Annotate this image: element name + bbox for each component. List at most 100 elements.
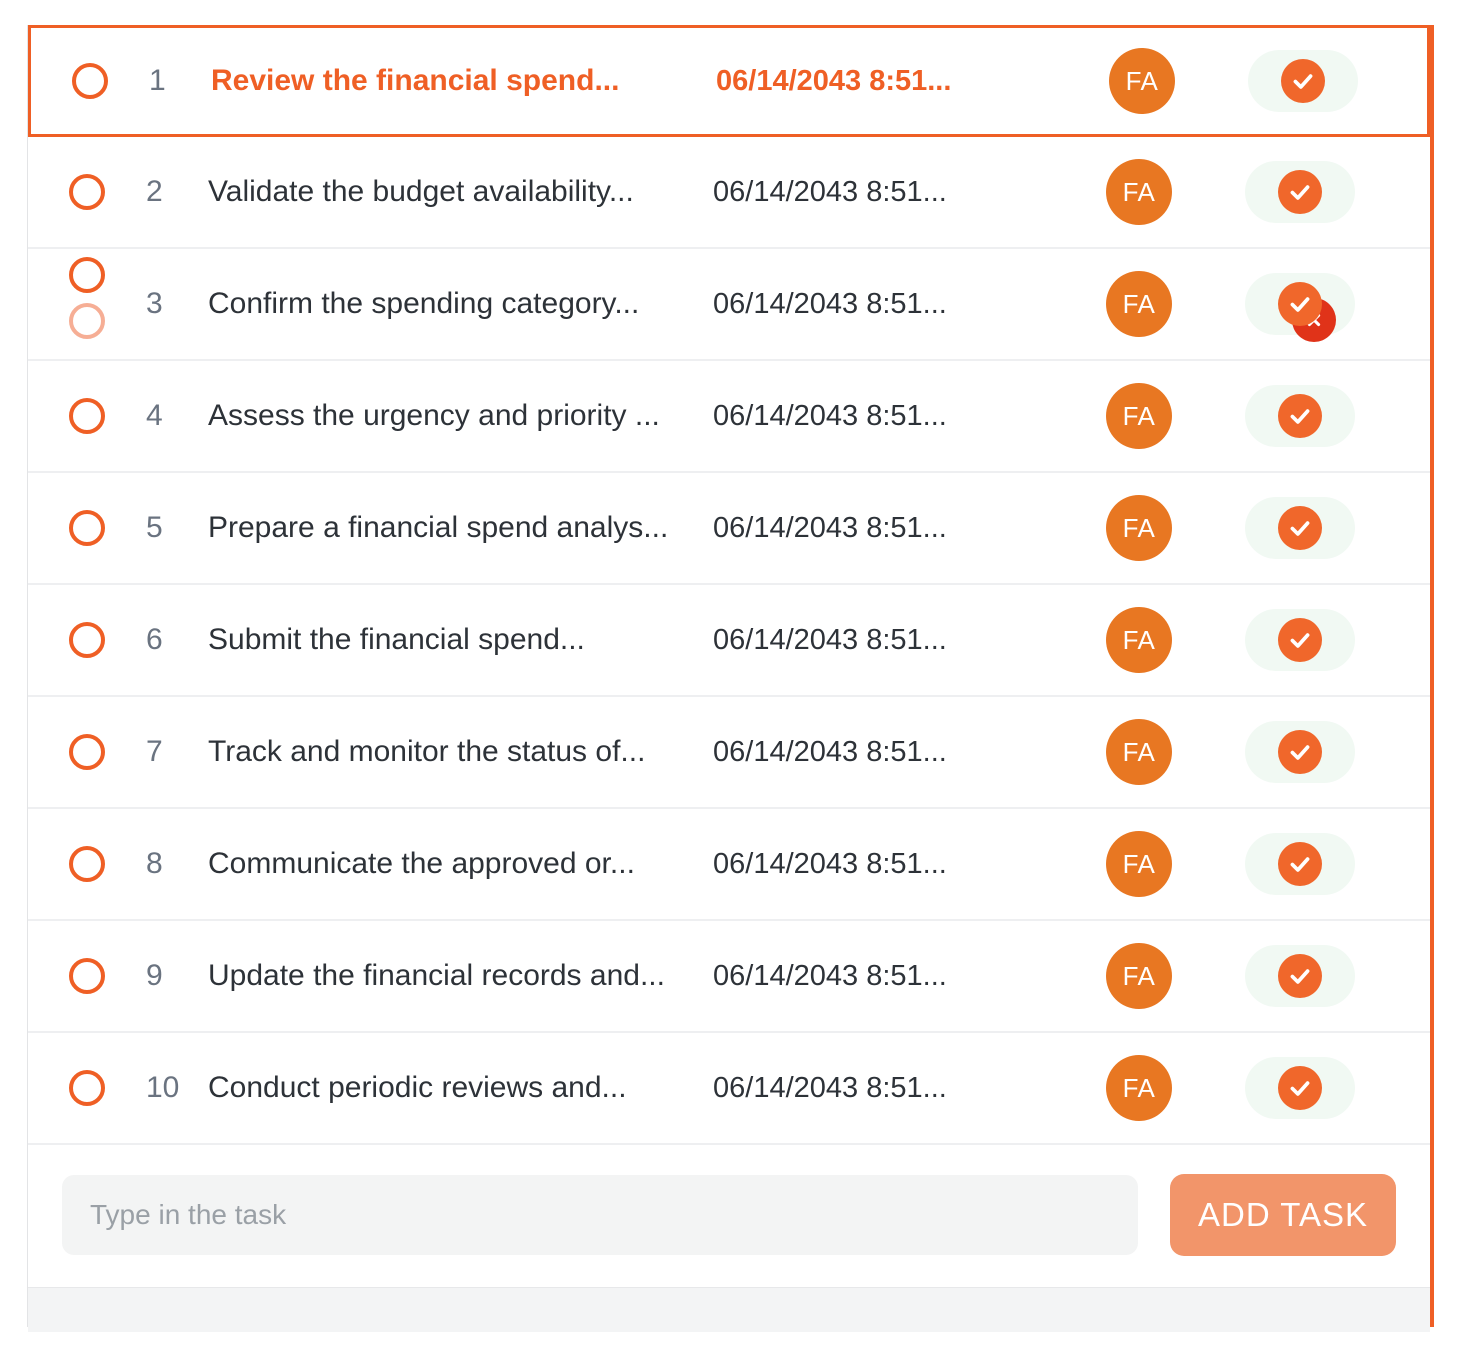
status-badge[interactable] <box>1245 385 1355 447</box>
circle-outline-icon[interactable] <box>69 846 105 882</box>
status-badge[interactable] <box>1245 945 1355 1007</box>
task-title[interactable]: Communicate the approved or... <box>208 847 713 881</box>
task-assignee-cell: FA <box>1073 943 1205 1009</box>
avatar[interactable]: FA <box>1106 1055 1172 1121</box>
circle-outline-icon[interactable] <box>69 174 105 210</box>
task-date: 06/14/2043 8:51... <box>713 399 947 432</box>
circle-outline-icon[interactable] <box>72 63 108 99</box>
task-assignee-cell: FA <box>1073 831 1205 897</box>
task-assignee-cell: FA <box>1073 607 1205 673</box>
task-title[interactable]: Submit the financial spend... <box>208 623 713 657</box>
task-checkbox-cell[interactable] <box>28 809 146 919</box>
task-date: 06/14/2043 8:51... <box>713 175 947 208</box>
task-index: 4 <box>146 399 163 432</box>
task-row[interactable]: 6 Submit the financial spend... 06/14/2043… <box>28 585 1430 697</box>
task-row[interactable]: 8 Communicate the approved or... 06/14/204… <box>28 809 1430 921</box>
task-checkbox-cell[interactable] <box>28 137 146 247</box>
circle-outline-icon[interactable] <box>69 257 105 293</box>
task-checkbox-cell[interactable] <box>31 28 149 134</box>
status-badge[interactable] <box>1245 497 1355 559</box>
avatar[interactable]: FA <box>1106 831 1172 897</box>
task-row[interactable]: 5 Prepare a financial spend analys... 06/1… <box>28 473 1430 585</box>
task-index: 5 <box>146 511 163 544</box>
status-badge[interactable] <box>1248 50 1358 112</box>
circle-outline-icon[interactable] <box>69 958 105 994</box>
status-badge[interactable] <box>1245 273 1355 342</box>
task-panel: 1 Review the financial spend... 06/14/2043… <box>27 25 1434 1332</box>
task-date: 06/14/2043 8:51... <box>713 735 947 768</box>
new-task-input[interactable] <box>62 1175 1138 1255</box>
task-checkbox-cell[interactable] <box>28 585 146 695</box>
task-row[interactable]: 1 Review the financial spend... 06/14/2043… <box>28 25 1430 137</box>
check-circle-icon <box>1278 1066 1322 1110</box>
task-row[interactable]: 10 Conduct periodic reviews and... 06/14/2… <box>28 1033 1430 1145</box>
task-title[interactable]: Update the financial records and... <box>208 959 713 993</box>
task-date: 06/14/2043 8:51... <box>713 847 947 880</box>
task-title[interactable]: Confirm the spending category... <box>208 287 713 321</box>
avatar[interactable]: FA <box>1106 607 1172 673</box>
task-assignee-cell: FA <box>1073 719 1205 785</box>
task-assignee-cell: FA <box>1073 495 1205 561</box>
task-row[interactable]: 3 Confirm the spending category... 06/14/2… <box>28 249 1430 361</box>
status-badge[interactable] <box>1245 833 1355 895</box>
task-checkbox-cell[interactable] <box>28 921 146 1031</box>
task-row[interactable]: 9 Update the financial records and... 06/1… <box>28 921 1430 1033</box>
task-title[interactable]: Conduct periodic reviews and... <box>208 1071 713 1105</box>
task-checkbox-cell[interactable] <box>28 697 146 807</box>
circle-outline-icon[interactable] <box>69 1070 105 1106</box>
circle-outline-icon[interactable] <box>69 734 105 770</box>
avatar[interactable]: FA <box>1106 943 1172 1009</box>
check-circle-icon <box>1278 954 1322 998</box>
task-title[interactable]: Validate the budget availability... <box>208 175 713 209</box>
task-status-cell[interactable] <box>1205 1057 1395 1119</box>
task-list-screen: 1 Review the financial spend... 06/14/2043… <box>0 0 1462 1352</box>
task-title[interactable]: Track and monitor the status of... <box>208 735 713 769</box>
task-assignee-cell: FA <box>1073 1055 1205 1121</box>
task-checkbox-cell[interactable] <box>28 473 146 583</box>
task-list: 1 Review the financial spend... 06/14/2043… <box>28 25 1430 1145</box>
task-assignee-cell: FA <box>1076 48 1208 114</box>
task-title[interactable]: Assess the urgency and priority ... <box>208 399 713 433</box>
status-badge[interactable] <box>1245 161 1355 223</box>
avatar[interactable]: FA <box>1106 383 1172 449</box>
task-status-cell[interactable] <box>1205 609 1395 671</box>
task-title[interactable]: Review the financial spend... <box>211 64 716 98</box>
check-circle-icon <box>1281 59 1325 103</box>
avatar[interactable]: FA <box>1106 495 1172 561</box>
status-badge[interactable] <box>1245 609 1355 671</box>
task-date: 06/14/2043 8:51... <box>713 287 947 320</box>
circle-outline-icon[interactable] <box>69 398 105 434</box>
avatar[interactable]: FA <box>1106 271 1172 337</box>
task-date: 06/14/2043 8:51... <box>713 959 947 992</box>
check-circle-icon <box>1278 394 1322 438</box>
avatar[interactable]: FA <box>1109 48 1175 114</box>
task-row[interactable]: 4 Assess the urgency and priority ... 06/1… <box>28 361 1430 473</box>
task-checkbox-cell[interactable] <box>28 249 146 359</box>
task-index: 6 <box>146 623 163 656</box>
task-checkbox-cell[interactable] <box>28 1033 146 1143</box>
task-row[interactable]: 7 Track and monitor the status of... 06/14… <box>28 697 1430 809</box>
task-status-cell[interactable] <box>1205 385 1395 447</box>
status-badge[interactable] <box>1245 721 1355 783</box>
task-title[interactable]: Prepare a financial spend analys... <box>208 511 713 545</box>
circle-outline-ghost-icon <box>69 303 105 339</box>
task-status-cell[interactable] <box>1205 833 1395 895</box>
task-panel-inner: 1 Review the financial spend... 06/14/2043… <box>28 25 1430 1332</box>
avatar[interactable]: FA <box>1106 719 1172 785</box>
avatar[interactable]: FA <box>1106 159 1172 225</box>
task-status-cell[interactable] <box>1205 721 1395 783</box>
add-task-button[interactable]: ADD TASK <box>1170 1174 1396 1256</box>
task-status-cell[interactable] <box>1205 945 1395 1007</box>
task-status-cell[interactable] <box>1205 161 1395 223</box>
task-status-cell[interactable] <box>1208 50 1398 112</box>
task-index: 7 <box>146 735 163 768</box>
task-date: 06/14/2043 8:51... <box>713 1071 947 1104</box>
circle-outline-icon[interactable] <box>69 510 105 546</box>
task-row[interactable]: 2 Validate the budget availability... 06/1… <box>28 137 1430 249</box>
task-checkbox-cell[interactable] <box>28 361 146 471</box>
check-circle-icon <box>1278 618 1322 662</box>
task-status-cell[interactable] <box>1205 497 1395 559</box>
task-status-cell[interactable] <box>1205 273 1395 342</box>
status-badge[interactable] <box>1245 1057 1355 1119</box>
circle-outline-icon[interactable] <box>69 622 105 658</box>
